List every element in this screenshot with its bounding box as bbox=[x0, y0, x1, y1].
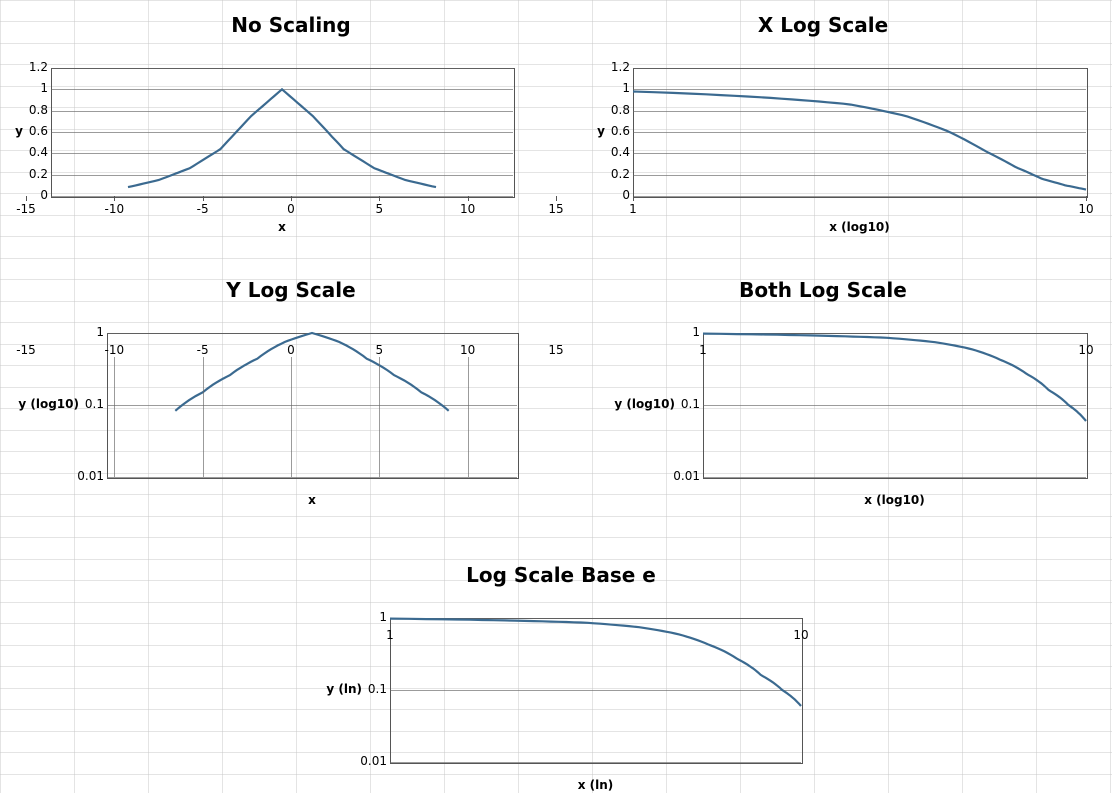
y-tick-label: 1 bbox=[379, 610, 387, 624]
x-tick-label: 0 bbox=[276, 202, 306, 216]
x-tick-label: 1 bbox=[618, 202, 648, 216]
chart-title: X Log Scale bbox=[558, 13, 1088, 37]
data-curve bbox=[703, 333, 1086, 477]
x-grid-line bbox=[203, 357, 204, 477]
x-tick bbox=[1086, 196, 1087, 201]
chart-title: Y Log Scale bbox=[26, 278, 556, 302]
x-grid-line bbox=[468, 357, 469, 477]
y-axis-label: y bbox=[15, 124, 23, 138]
x-tick-label: -15 bbox=[11, 202, 41, 216]
grid-line bbox=[107, 477, 517, 478]
y-tick-label: 1 bbox=[692, 325, 700, 339]
y-tick-label: 1 bbox=[622, 81, 630, 95]
x-tick-label: -5 bbox=[188, 202, 218, 216]
x-tick-label: 15 bbox=[541, 202, 571, 216]
data-curve bbox=[390, 618, 801, 762]
y-tick-label: 0.1 bbox=[681, 397, 700, 411]
y-tick-label: 0.01 bbox=[360, 754, 387, 768]
x-tick-label: 10 bbox=[1071, 202, 1101, 216]
y-tick-label: 0 bbox=[40, 188, 48, 202]
grid-line bbox=[703, 477, 1086, 478]
y-tick-label: 0.01 bbox=[77, 469, 104, 483]
x-axis-label: x (ln) bbox=[390, 778, 801, 792]
y-tick-label: 0.01 bbox=[673, 469, 700, 483]
y-tick-label: 0.1 bbox=[368, 682, 387, 696]
x-tick-label: -10 bbox=[99, 202, 129, 216]
grid-line bbox=[390, 762, 801, 763]
chart-title: Both Log Scale bbox=[558, 278, 1088, 302]
y-tick-label: 0 bbox=[622, 188, 630, 202]
x-tick bbox=[114, 196, 115, 201]
y-tick-label: 0.1 bbox=[85, 397, 104, 411]
data-curve bbox=[633, 68, 1086, 196]
y-tick-label: 0.6 bbox=[29, 124, 48, 138]
y-tick-label: 0.6 bbox=[611, 124, 630, 138]
x-tick bbox=[633, 196, 634, 201]
chart-title: Log Scale Base e bbox=[306, 563, 816, 587]
y-tick-label: 1 bbox=[40, 81, 48, 95]
y-axis-label: y (log10) bbox=[18, 397, 79, 411]
y-tick-label: 1 bbox=[96, 325, 104, 339]
y-tick-label: 0.4 bbox=[29, 145, 48, 159]
x-axis-label: x bbox=[107, 493, 517, 507]
x-tick-label: 5 bbox=[364, 202, 394, 216]
grid-line bbox=[51, 196, 513, 197]
y-tick-label: 0.2 bbox=[611, 167, 630, 181]
y-tick-label: 0.8 bbox=[611, 103, 630, 117]
x-grid-line bbox=[114, 357, 115, 477]
x-tick-label: 15 bbox=[541, 343, 571, 357]
data-curve bbox=[107, 333, 517, 477]
y-tick-label: 1.2 bbox=[611, 60, 630, 74]
data-curve bbox=[51, 68, 513, 196]
y-axis-label: y (log10) bbox=[614, 397, 675, 411]
x-axis-label: x (log10) bbox=[703, 493, 1086, 507]
x-tick bbox=[468, 196, 469, 201]
x-grid-line bbox=[291, 357, 292, 477]
x-tick-label: -15 bbox=[11, 343, 41, 357]
x-tick bbox=[379, 196, 380, 201]
x-tick bbox=[291, 196, 292, 201]
x-tick-label: 10 bbox=[453, 202, 483, 216]
x-tick bbox=[203, 196, 204, 201]
y-tick-label: 0.4 bbox=[611, 145, 630, 159]
x-tick bbox=[556, 196, 557, 201]
y-tick-label: 0.2 bbox=[29, 167, 48, 181]
chart-title: No Scaling bbox=[26, 13, 556, 37]
y-axis-label: y (ln) bbox=[326, 682, 362, 696]
y-tick-label: 1.2 bbox=[29, 60, 48, 74]
y-tick-label: 0.8 bbox=[29, 103, 48, 117]
x-axis-label: x bbox=[51, 220, 513, 234]
x-tick bbox=[26, 196, 27, 201]
y-axis-label: y bbox=[597, 124, 605, 138]
x-axis-label: x (log10) bbox=[633, 220, 1086, 234]
x-grid-line bbox=[379, 357, 380, 477]
grid-line bbox=[633, 196, 1086, 197]
